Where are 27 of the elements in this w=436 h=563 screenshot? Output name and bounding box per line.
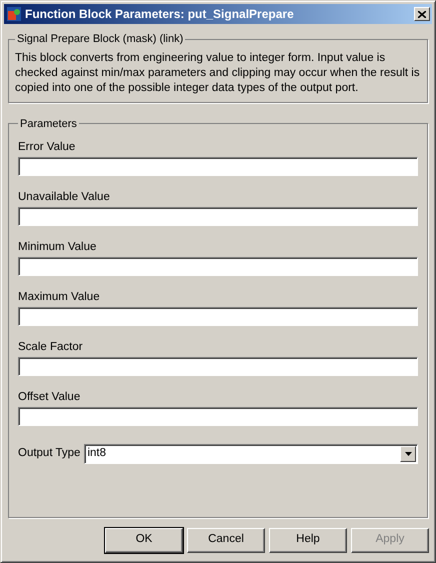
input-field[interactable] [18, 407, 418, 426]
field-label: Maximum Value [18, 290, 101, 305]
group-title: Parameters [19, 116, 78, 132]
dropdown[interactable]: int8 [84, 444, 418, 464]
field-label: Output Type [18, 446, 80, 462]
dropdown-arrow-button[interactable] [400, 446, 416, 462]
field-label: Unavailable Value [18, 190, 111, 205]
close-button[interactable] [414, 7, 430, 21]
field-label: Error Value [18, 140, 76, 155]
dialog-button[interactable]: Cancel [187, 528, 265, 552]
input-field[interactable] [18, 307, 418, 326]
field-label: Scale Factor [18, 340, 84, 355]
app-icon [6, 6, 22, 22]
input-field[interactable] [18, 207, 418, 226]
input-field[interactable] [18, 157, 418, 176]
input-field[interactable] [18, 357, 418, 376]
group-title: Signal Prepare Block (mask) (link) [16, 32, 184, 47]
caret-icon [404, 452, 412, 456]
dialog-button[interactable]: OK [105, 528, 183, 552]
field-label: Offset Value [18, 390, 82, 405]
dropdown-value: int8 [86, 446, 107, 462]
close-icon [418, 10, 426, 18]
dialog-button[interactable]: Help [269, 528, 347, 552]
field-label: Minimum Value [18, 240, 98, 255]
description-text: This block converts from engineering value to integer form. Input value is checked against min/max parameters and clipping may occur when the result is copied into one of the possible integer data types of the output port. [15, 50, 421, 96]
window-title: Function Block Parameters: put_SignalPrepare [25, 6, 295, 23]
input-field[interactable] [18, 257, 418, 276]
